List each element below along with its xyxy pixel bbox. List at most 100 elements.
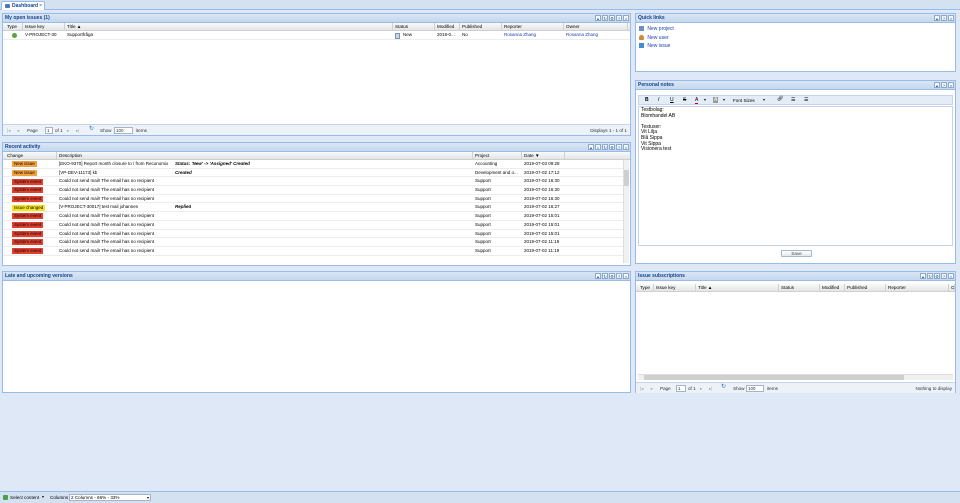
quick-link-new-user[interactable]: New user	[639, 35, 669, 42]
activity-row[interactable]: New issue [VP-DEV-11173] kb Created Develop…	[3, 169, 623, 178]
close-icon[interactable]: ×	[948, 15, 954, 21]
activity-row[interactable]: System event Could not send mail! The ema…	[3, 238, 623, 247]
scroll-thumb[interactable]	[644, 375, 904, 380]
col-status[interactable]: Status	[779, 284, 820, 292]
col-issue-key[interactable]: Issue key	[23, 23, 65, 31]
gear-icon[interactable]: ⚙	[609, 144, 615, 150]
quick-link-new-issue[interactable]: New issue	[639, 43, 670, 50]
gear-icon[interactable]: ⚙	[609, 273, 615, 279]
collapse-icon[interactable]: ▴	[934, 15, 940, 21]
activity-description[interactable]: Could not send mail! The email has no re…	[57, 186, 154, 195]
help-icon[interactable]: ?	[616, 273, 622, 279]
issue-reporter[interactable]: Rosanna Zhang	[502, 31, 536, 40]
activity-description[interactable]: Could not send mail! The email has no re…	[57, 238, 154, 247]
tab-dashboard[interactable]: Dashboard ×	[1, 1, 45, 10]
refresh-icon[interactable]: ↻	[602, 273, 608, 279]
col-type[interactable]: Type	[638, 284, 654, 292]
strikethrough-icon[interactable]: S	[683, 97, 686, 103]
col-published[interactable]: Published	[845, 284, 886, 292]
col-modified[interactable]: Modified	[435, 23, 460, 31]
font-color-icon[interactable]: A	[695, 97, 699, 104]
save-button[interactable]: Save	[781, 250, 812, 257]
activity-row[interactable]: System event Could not send mail! The ema…	[3, 247, 623, 256]
col-project[interactable]: Project	[473, 152, 522, 160]
close-icon[interactable]: ×	[623, 144, 629, 150]
activity-row[interactable]: System event Could not send mail! The ema…	[3, 177, 623, 187]
select-content-icon[interactable]	[3, 495, 8, 500]
home-icon[interactable]: ⌂	[595, 144, 601, 150]
page-size-select[interactable]: 100	[114, 127, 133, 134]
bold-icon[interactable]: B	[645, 97, 649, 103]
col-reporter[interactable]: Reporter	[502, 23, 564, 31]
first-page-icon[interactable]: |◂	[640, 386, 644, 391]
col-description[interactable]: Description	[57, 152, 473, 160]
first-page-icon[interactable]: |◂	[7, 128, 11, 133]
close-icon[interactable]: ×	[623, 273, 629, 279]
notes-editor[interactable]: Testbolag: Blomhandel AB Testuser: Vit L…	[638, 106, 953, 246]
link-icon[interactable]: 🔗︎	[777, 96, 783, 102]
issue-key[interactable]: V-PROJECT-30	[23, 31, 63, 40]
page-input[interactable]: 1	[676, 385, 686, 392]
select-content-button[interactable]: Select content	[10, 495, 39, 500]
col-published[interactable]: Published	[460, 23, 502, 31]
font-size-select[interactable]: Font Sizes	[733, 98, 755, 103]
collapse-icon[interactable]: ▴	[920, 273, 926, 279]
collapse-icon[interactable]: ▴	[595, 273, 601, 279]
link-label[interactable]: New issue	[647, 43, 670, 49]
link-label[interactable]: New user	[647, 35, 668, 41]
refresh-icon[interactable]: ↻	[721, 384, 726, 390]
bullet-list-icon[interactable]: ☰	[804, 97, 808, 103]
col-change[interactable]: Change	[5, 152, 57, 160]
activity-description[interactable]: [VP-DEV-11173] kb	[57, 169, 97, 178]
close-icon[interactable]: ×	[623, 15, 629, 21]
scrollbar[interactable]	[623, 160, 629, 263]
activity-row[interactable]: Issue changed [V-PROJECT-30017] test mail…	[3, 203, 623, 213]
chevron-down-icon[interactable]: ▾	[704, 97, 706, 102]
activity-row[interactable]: System event Could not send mail! The ema…	[3, 221, 623, 230]
refresh-icon[interactable]: ↻	[89, 126, 94, 132]
col-modified[interactable]: Modified	[820, 284, 845, 292]
prev-page-icon[interactable]: ◂	[650, 386, 652, 391]
chevron-down-icon[interactable]: ▾	[42, 494, 44, 499]
activity-row[interactable]: New issue [EKO-9370] Report month closure…	[3, 160, 623, 169]
col-title[interactable]: Title ▲	[696, 284, 779, 292]
help-icon[interactable]: ?	[941, 15, 947, 21]
activity-row[interactable]: System event Could not send mail! The ema…	[3, 230, 623, 239]
col-type[interactable]: Type	[5, 23, 23, 31]
col-status[interactable]: Status	[393, 23, 435, 31]
issue-owner[interactable]: Rosanna Zhang	[564, 31, 598, 40]
activity-description[interactable]: Could not send mail! The email has no re…	[57, 177, 154, 186]
col-owner[interactable]: O	[949, 284, 955, 292]
columns-select[interactable]: 2 Columns - 66% - 33% ▾	[69, 494, 151, 501]
col-title[interactable]: Title ▲	[65, 23, 393, 31]
last-page-icon[interactable]: ▸|	[709, 386, 713, 391]
col-reporter[interactable]: Reporter	[886, 284, 949, 292]
activity-description[interactable]: [EKO-9370] Report month closure to / fro…	[57, 160, 168, 169]
numbered-list-icon[interactable]: ☰	[791, 97, 795, 103]
activity-description[interactable]: Could not send mail! The email has no re…	[57, 221, 154, 230]
link-label[interactable]: New project	[647, 26, 673, 32]
col-date[interactable]: Date ▼	[522, 152, 565, 160]
prev-page-icon[interactable]: ◂	[17, 128, 19, 133]
activity-row[interactable]: System event Could not send mail! The ema…	[3, 212, 623, 221]
table-row[interactable]: V-PROJECT-30 Supportfråga New 2019-0... …	[3, 31, 630, 40]
activity-description[interactable]: [V-PROJECT-30017] test mail johannes	[57, 203, 138, 212]
refresh-icon[interactable]: ↻	[602, 144, 608, 150]
close-icon[interactable]: ×	[948, 273, 954, 279]
page-input[interactable]: 1	[45, 127, 53, 134]
activity-row[interactable]: System event Could not send mail! The ema…	[3, 195, 623, 204]
chevron-down-icon[interactable]: ▾	[763, 97, 765, 102]
quick-link-new-project[interactable]: New project	[639, 26, 674, 33]
scroll-thumb[interactable]	[624, 170, 629, 186]
italic-icon[interactable]: I	[658, 97, 659, 103]
activity-description[interactable]: Could not send mail! The email has no re…	[57, 195, 154, 204]
collapse-icon[interactable]: ▴	[934, 82, 940, 88]
gear-icon[interactable]: ⚙	[609, 15, 615, 21]
help-icon[interactable]: ?	[941, 82, 947, 88]
issue-title[interactable]: Supportfråga	[65, 31, 93, 40]
chevron-down-icon[interactable]: ▾	[723, 97, 725, 102]
refresh-icon[interactable]: ↻	[602, 15, 608, 21]
last-page-icon[interactable]: ▸|	[76, 128, 80, 133]
activity-description[interactable]: Could not send mail! The email has no re…	[57, 230, 154, 239]
underline-icon[interactable]: U	[670, 97, 674, 103]
